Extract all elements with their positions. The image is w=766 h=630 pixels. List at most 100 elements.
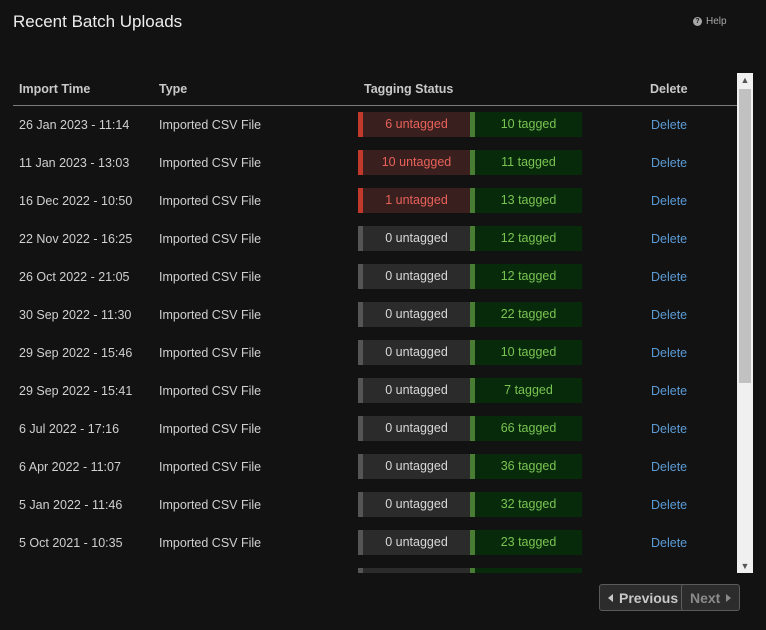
delete-link[interactable]: Delete	[651, 384, 687, 398]
import-time-cell: 22 Nov 2022 - 16:25	[19, 232, 133, 246]
tagging-status: 10 untagged 11 tagged	[358, 150, 582, 175]
tagging-status: 0 untagged 23 tagged	[358, 530, 582, 555]
tagged-badge[interactable]: 13 tagged	[470, 188, 582, 213]
tagged-badge[interactable]: 12 tagged	[470, 264, 582, 289]
delete-link[interactable]: Delete	[651, 270, 687, 284]
delete-link[interactable]: Delete	[651, 308, 687, 322]
type-cell: Imported CSV File	[159, 460, 262, 474]
column-header-import-time[interactable]: Import Time	[19, 82, 90, 96]
type-cell: Imported CSV File	[159, 156, 262, 170]
type-cell: Imported CSV File	[159, 118, 262, 132]
type-cell: Imported CSV File	[159, 308, 262, 322]
tagged-badge[interactable]: 36 tagged	[470, 454, 582, 479]
column-header-tagging-status[interactable]: Tagging Status	[364, 82, 453, 96]
tagging-status: 6 untagged 10 tagged	[358, 112, 582, 137]
import-time-cell: 26 Oct 2022 - 21:05	[19, 270, 130, 284]
tagging-status: 0 untagged 66 tagged	[358, 416, 582, 441]
table-body: 26 Jan 2023 - 11:14 Imported CSV File 6 un…	[13, 106, 739, 573]
import-time-cell: 6 Apr 2022 - 11:07	[19, 460, 121, 474]
untagged-badge[interactable]: 0 untagged	[358, 226, 470, 251]
table-row: 11 Jan 2023 - 13:03 Imported CSV File 10 u…	[13, 144, 739, 182]
import-time-cell: 30 Sep 2022 - 11:30	[19, 308, 132, 322]
next-page-button[interactable]: Next	[681, 584, 741, 611]
delete-link[interactable]: Delete	[651, 194, 687, 208]
tagged-badge[interactable]: 7 tagged	[470, 378, 582, 403]
column-header-type[interactable]: Type	[159, 82, 187, 96]
import-time-cell: 29 Sep 2022 - 15:41	[19, 384, 133, 398]
tagged-badge[interactable]: 10 tagged	[470, 112, 582, 137]
table-row: 16 Dec 2022 - 10:50 Imported CSV File 1 un…	[13, 182, 739, 220]
batch-uploads-table: Import Time Type Tagging Status Delete 2…	[13, 73, 753, 573]
tagging-status: 0 untagged 7 tagged	[358, 378, 582, 403]
scrollbar-thumb[interactable]	[739, 89, 751, 383]
delete-link[interactable]: Delete	[651, 422, 687, 436]
tagged-badge[interactable]: 12 tagged	[470, 226, 582, 251]
question-circle-icon: ?	[693, 17, 702, 26]
caret-right-icon	[726, 593, 732, 602]
untagged-badge[interactable]: 1 untagged	[358, 188, 470, 213]
type-cell: Imported CSV File	[159, 384, 262, 398]
help-label: Help	[706, 16, 727, 27]
delete-link[interactable]: Delete	[651, 156, 687, 170]
table-row: 26 Jan 2023 - 11:14 Imported CSV File 6 un…	[13, 106, 739, 144]
type-cell: Imported CSV File	[159, 232, 262, 246]
import-time-cell: 11 Jan 2023 - 13:03	[19, 156, 130, 170]
untagged-badge[interactable]: 0 untagged	[358, 302, 470, 327]
tagging-status: 0 untagged 12 tagged	[358, 264, 582, 289]
untagged-badge[interactable]: 0 untagged	[358, 416, 470, 441]
scroll-down-arrow-icon[interactable]: ▼	[737, 559, 753, 573]
untagged-badge[interactable]: 0 untagged	[358, 492, 470, 517]
delete-link[interactable]: Delete	[651, 118, 687, 132]
untagged-badge[interactable]: 0 untagged	[358, 378, 470, 403]
next-label: Next	[690, 589, 721, 606]
table-row: 5 Jan 2022 - 11:46 Imported CSV File 0 unt…	[13, 486, 739, 524]
table-row: 29 Sep 2022 - 15:41 Imported CSV File 0 un…	[13, 372, 739, 410]
delete-link[interactable]: Delete	[651, 536, 687, 550]
import-time-cell: 6 Jul 2022 - 17:16	[19, 422, 120, 436]
delete-link[interactable]: Delete	[651, 232, 687, 246]
tagging-status: 0 untagged 10 tagged	[358, 340, 582, 365]
caret-left-icon	[608, 593, 613, 602]
scroll-up-arrow-icon[interactable]: ▲	[737, 73, 753, 87]
tagged-badge[interactable]: 22 tagged	[470, 302, 582, 327]
delete-link[interactable]: Delete	[651, 460, 687, 474]
tagging-status: 0 untagged 36 tagged	[358, 454, 582, 479]
untagged-badge[interactable]: 10 untagged	[358, 150, 470, 175]
type-cell: Imported CSV File	[159, 194, 262, 208]
page-title: Recent Batch Uploads	[13, 12, 183, 31]
untagged-badge[interactable]: 0 untagged	[358, 454, 470, 479]
table-row: 5 Oct 2021 - 10:35 Imported CSV File 0 unt…	[13, 524, 739, 562]
help-link[interactable]: ? Help	[693, 16, 727, 27]
table-scrollbar[interactable]: ▲ ▼	[737, 73, 753, 573]
import-time-cell: 5 Jan 2022 - 11:46	[19, 498, 123, 512]
table-row: 30 Sep 2022 - 11:30 Imported CSV File 0 un…	[13, 296, 739, 334]
delete-link[interactable]: Delete	[651, 346, 687, 360]
untagged-badge[interactable]: 0 untagged	[358, 530, 470, 555]
table-row: 22 Nov 2022 - 16:25 Imported CSV File 0 un…	[13, 220, 739, 258]
untagged-badge[interactable]: 0 untagged	[358, 264, 470, 289]
type-cell: Imported CSV File	[159, 422, 262, 436]
column-header-delete: Delete	[650, 82, 688, 96]
table-row: 29 Sep 2022 - 15:46 Imported CSV File 0 un…	[13, 334, 739, 372]
table-row: 6 Apr 2022 - 11:07 Imported CSV File 0 unt…	[13, 448, 739, 486]
previous-label: Previous	[619, 589, 679, 606]
tagging-status: 1 untagged 13 tagged	[358, 188, 582, 213]
untagged-badge[interactable]	[358, 568, 470, 573]
tagged-badge[interactable]: 10 tagged	[470, 340, 582, 365]
untagged-badge[interactable]: 6 untagged	[358, 112, 470, 137]
type-cell: Imported CSV File	[159, 346, 262, 360]
import-time-cell: 26 Jan 2023 - 11:14	[19, 118, 130, 132]
type-cell: Imported CSV File	[159, 498, 262, 512]
tagged-badge[interactable]: 11 tagged	[470, 150, 582, 175]
table-row	[13, 562, 739, 573]
import-time-cell: 5 Oct 2021 - 10:35	[19, 536, 123, 550]
table-row: 6 Jul 2022 - 17:16 Imported CSV File 0 unt…	[13, 410, 739, 448]
delete-link[interactable]: Delete	[651, 498, 687, 512]
untagged-badge[interactable]: 0 untagged	[358, 340, 470, 365]
tagged-badge[interactable]	[470, 568, 582, 573]
tagged-badge[interactable]: 23 tagged	[470, 530, 582, 555]
tagged-badge[interactable]: 66 tagged	[470, 416, 582, 441]
previous-page-button[interactable]: Previous	[599, 584, 688, 611]
import-time-cell: 29 Sep 2022 - 15:46	[19, 346, 133, 360]
tagged-badge[interactable]: 32 tagged	[470, 492, 582, 517]
